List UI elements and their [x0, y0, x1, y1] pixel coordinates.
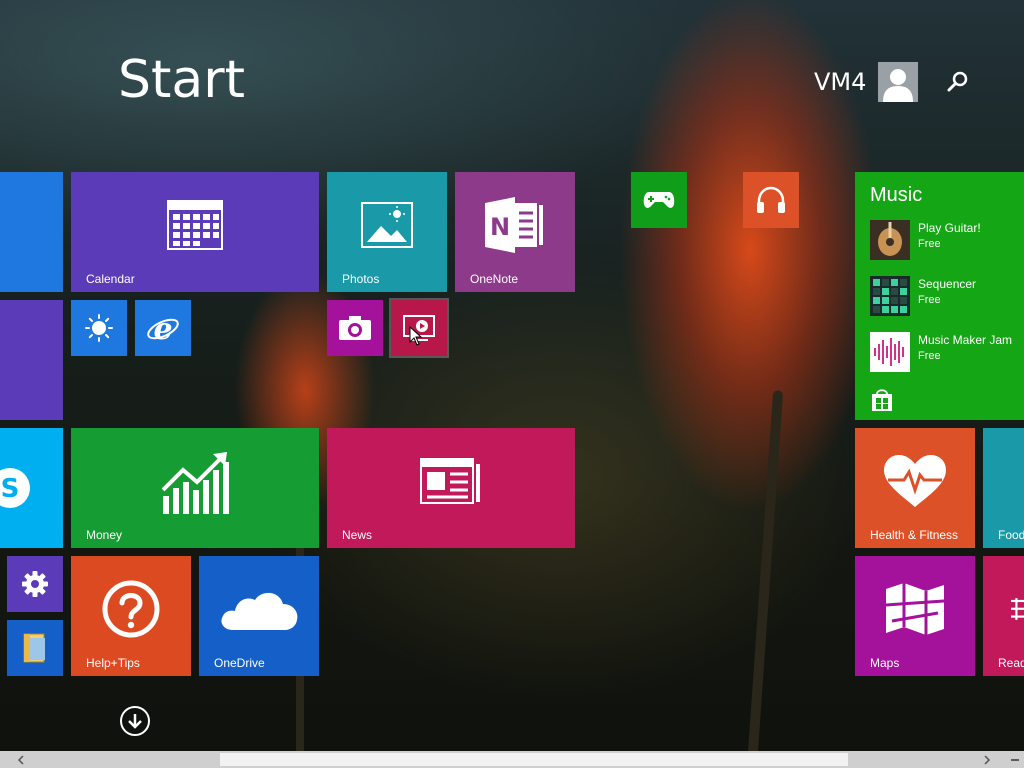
music-app-item[interactable]: Play Guitar! Free: [870, 220, 981, 260]
tile-partial-purple[interactable]: [0, 300, 63, 420]
page-title: Start: [118, 50, 246, 110]
gear-icon: [22, 571, 48, 597]
scroll-left-button[interactable]: [12, 751, 29, 768]
map-icon: [885, 583, 945, 635]
tile-skype[interactable]: S: [0, 428, 63, 548]
internet-explorer-icon: e: [147, 312, 179, 345]
tile-video[interactable]: [389, 298, 449, 358]
tile-music-app[interactable]: [743, 172, 799, 228]
mouse-cursor-icon: [409, 326, 423, 346]
tile-label: Help+Tips: [86, 656, 140, 670]
question-icon: [102, 580, 160, 638]
tile-reading-list[interactable]: Read: [983, 556, 1024, 676]
tile-settings[interactable]: [7, 556, 63, 612]
guitar-icon: [870, 220, 910, 260]
tile-camera[interactable]: [327, 300, 383, 356]
arrow-down-icon: [128, 714, 142, 729]
headphones-icon: [757, 186, 785, 213]
tile-label: Maps: [870, 656, 900, 670]
chevron-left-icon: [17, 754, 24, 765]
tile-onenote[interactable]: N OneNote: [455, 172, 575, 292]
app-price: Free: [918, 350, 941, 362]
xbox-controller-icon: [643, 192, 675, 208]
search-button[interactable]: [944, 68, 972, 96]
sun-icon: [85, 314, 113, 342]
tile-label: Photos: [342, 272, 380, 286]
music-app-item[interactable]: Sequencer Free: [870, 276, 976, 316]
tile-news[interactable]: News: [327, 428, 575, 548]
newspaper-icon: [420, 458, 480, 504]
user-name: VM4: [814, 68, 867, 96]
folder-icon: [23, 633, 45, 663]
tile-partial-blue[interactable]: [0, 172, 63, 292]
svg-text:N: N: [490, 213, 510, 241]
all-apps-button[interactable]: [120, 706, 150, 736]
camera-icon: [339, 316, 371, 340]
music-app-item[interactable]: Music Maker Jam Free: [870, 332, 1012, 372]
avatar[interactable]: [878, 62, 919, 102]
waveform-icon: [870, 332, 910, 372]
skype-icon: S: [0, 468, 30, 508]
tile-onedrive[interactable]: OneDrive: [199, 556, 319, 676]
tile-label: Read: [998, 656, 1024, 670]
tile-label: Health & Fitness: [870, 528, 959, 542]
reading-list-icon: [1011, 598, 1024, 620]
search-icon: [947, 71, 968, 92]
tile-games[interactable]: [631, 172, 687, 228]
tile-label: Calendar: [86, 272, 135, 286]
tile-label: News: [342, 528, 373, 542]
svg-text:e: e: [153, 312, 172, 345]
app-name: Play Guitar!: [918, 221, 981, 235]
heart-pulse-icon: [884, 455, 946, 507]
tile-label: Food: [998, 528, 1024, 542]
tile-label: OneNote: [470, 272, 519, 286]
sequencer-icon: [870, 276, 910, 316]
app-price: Free: [918, 238, 941, 250]
app-price: Free: [918, 294, 941, 306]
cloud-icon: [221, 592, 298, 630]
zoom-out-button[interactable]: [1006, 751, 1023, 768]
tile-file-explorer[interactable]: [7, 620, 63, 676]
tile-health-fitness[interactable]: Health & Fitness: [855, 428, 975, 548]
music-title: Music: [870, 184, 923, 206]
user-account[interactable]: VM4: [814, 62, 919, 102]
app-name: Music Maker Jam: [918, 333, 1013, 347]
tile-label: OneDrive: [214, 656, 265, 670]
tile-weather[interactable]: [71, 300, 127, 356]
scroll-thumb[interactable]: [220, 753, 848, 766]
tile-maps[interactable]: Maps: [855, 556, 975, 676]
tile-food-drink[interactable]: Food: [983, 428, 1024, 548]
tile-label: Money: [86, 528, 123, 542]
user-icon: [883, 69, 914, 102]
tile-internet-explorer[interactable]: e: [135, 300, 191, 356]
chevron-right-icon: [983, 754, 990, 765]
onenote-icon: N: [485, 197, 543, 253]
tile-photos[interactable]: Photos: [327, 172, 447, 292]
horizontal-scrollbar[interactable]: [0, 751, 1024, 768]
svg-text:S: S: [1, 474, 20, 504]
scroll-right-button[interactable]: [978, 751, 995, 768]
store-icon: [872, 389, 892, 411]
photos-icon: [361, 202, 413, 248]
minus-icon: [1010, 758, 1019, 761]
chart-up-icon: [161, 452, 229, 514]
app-name: Sequencer: [918, 277, 977, 291]
flower-stem: [746, 390, 784, 768]
tile-music-store[interactable]: Music Play Guitar! Free Sequencer Free M…: [855, 172, 1024, 420]
tile-money[interactable]: Money: [71, 428, 319, 548]
calendar-icon: [167, 200, 223, 250]
tile-calendar[interactable]: Calendar: [71, 172, 319, 292]
tile-help-tips[interactable]: Help+Tips: [71, 556, 191, 676]
